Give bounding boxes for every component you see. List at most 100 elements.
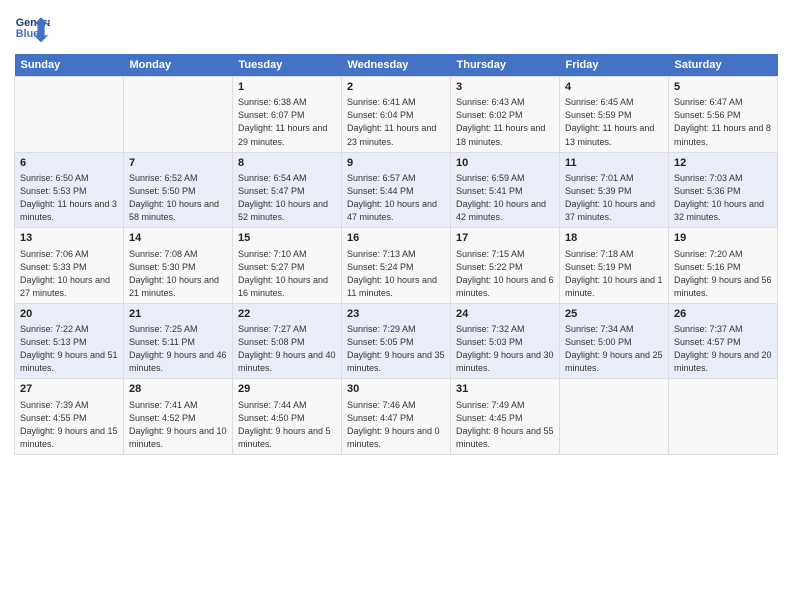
day-info: Sunrise: 7:44 AM Sunset: 4:50 PM Dayligh… xyxy=(238,399,336,451)
calendar-cell: 7Sunrise: 6:52 AM Sunset: 5:50 PM Daylig… xyxy=(124,152,233,228)
calendar-cell: 3Sunrise: 6:43 AM Sunset: 6:02 PM Daylig… xyxy=(451,77,560,153)
day-number: 14 xyxy=(129,231,227,246)
calendar-cell: 12Sunrise: 7:03 AM Sunset: 5:36 PM Dayli… xyxy=(669,152,778,228)
day-info: Sunrise: 7:41 AM Sunset: 4:52 PM Dayligh… xyxy=(129,399,227,451)
day-number: 6 xyxy=(20,156,118,171)
day-info: Sunrise: 7:25 AM Sunset: 5:11 PM Dayligh… xyxy=(129,323,227,375)
day-number: 4 xyxy=(565,80,663,95)
day-info: Sunrise: 7:34 AM Sunset: 5:00 PM Dayligh… xyxy=(565,323,663,375)
calendar-cell: 18Sunrise: 7:18 AM Sunset: 5:19 PM Dayli… xyxy=(560,228,669,304)
day-number: 30 xyxy=(347,382,445,397)
day-number: 25 xyxy=(565,307,663,322)
calendar-week-3: 13Sunrise: 7:06 AM Sunset: 5:33 PM Dayli… xyxy=(15,228,778,304)
calendar-cell: 30 Sunrise: 7:46 AM Sunset: 4:47 PM Dayli… xyxy=(342,379,451,455)
day-info: Sunrise: 7:27 AM Sunset: 5:08 PM Dayligh… xyxy=(238,323,336,375)
day-number: 3 xyxy=(456,80,554,95)
day-info: Sunrise: 6:38 AM Sunset: 6:07 PM Dayligh… xyxy=(238,96,336,148)
calendar-cell: 26Sunrise: 7:37 AM Sunset: 4:57 PM Dayli… xyxy=(669,303,778,379)
day-number: 17 xyxy=(456,231,554,246)
calendar-cell: 6Sunrise: 6:50 AM Sunset: 5:53 PM Daylig… xyxy=(15,152,124,228)
day-number: 2 xyxy=(347,80,445,95)
day-number: 22 xyxy=(238,307,336,322)
day-info: Sunrise: 6:52 AM Sunset: 5:50 PM Dayligh… xyxy=(129,172,227,224)
day-header-tuesday: Tuesday xyxy=(233,54,342,77)
header: General Blue xyxy=(14,10,778,46)
day-number: 7 xyxy=(129,156,227,171)
day-info: Sunrise: 6:47 AM Sunset: 5:56 PM Dayligh… xyxy=(674,96,772,148)
day-info: Sunrise: 6:43 AM Sunset: 6:02 PM Dayligh… xyxy=(456,96,554,148)
calendar-cell: 25Sunrise: 7:34 AM Sunset: 5:00 PM Dayli… xyxy=(560,303,669,379)
day-info: Sunrise: 7:08 AM Sunset: 5:30 PM Dayligh… xyxy=(129,248,227,300)
day-number: 28 xyxy=(129,382,227,397)
day-header-wednesday: Wednesday xyxy=(342,54,451,77)
day-info: Sunrise: 7:13 AM Sunset: 5:24 PM Dayligh… xyxy=(347,248,445,300)
calendar-cell xyxy=(669,379,778,455)
calendar-cell: 9Sunrise: 6:57 AM Sunset: 5:44 PM Daylig… xyxy=(342,152,451,228)
day-number: 31 xyxy=(456,382,554,397)
day-number: 9 xyxy=(347,156,445,171)
day-header-saturday: Saturday xyxy=(669,54,778,77)
calendar-cell: 23Sunrise: 7:29 AM Sunset: 5:05 PM Dayli… xyxy=(342,303,451,379)
day-header-thursday: Thursday xyxy=(451,54,560,77)
logo: General Blue xyxy=(14,10,50,46)
day-info: Sunrise: 7:10 AM Sunset: 5:27 PM Dayligh… xyxy=(238,248,336,300)
calendar-cell: 10Sunrise: 6:59 AM Sunset: 5:41 PM Dayli… xyxy=(451,152,560,228)
day-number: 11 xyxy=(565,156,663,171)
day-info: Sunrise: 6:59 AM Sunset: 5:41 PM Dayligh… xyxy=(456,172,554,224)
page-container: General Blue SundayMondayTuesdayWednesda… xyxy=(0,0,792,461)
day-number: 1 xyxy=(238,80,336,95)
calendar-cell xyxy=(15,77,124,153)
calendar-week-1: 1Sunrise: 6:38 AM Sunset: 6:07 PM Daylig… xyxy=(15,77,778,153)
day-header-friday: Friday xyxy=(560,54,669,77)
day-number: 24 xyxy=(456,307,554,322)
svg-text:Blue: Blue xyxy=(16,28,39,40)
day-number: 16 xyxy=(347,231,445,246)
day-number: 23 xyxy=(347,307,445,322)
calendar-cell xyxy=(560,379,669,455)
calendar-cell: 8Sunrise: 6:54 AM Sunset: 5:47 PM Daylig… xyxy=(233,152,342,228)
day-number: 20 xyxy=(20,307,118,322)
day-number: 10 xyxy=(456,156,554,171)
day-number: 18 xyxy=(565,231,663,246)
calendar-week-2: 6Sunrise: 6:50 AM Sunset: 5:53 PM Daylig… xyxy=(15,152,778,228)
day-info: Sunrise: 7:06 AM Sunset: 5:33 PM Dayligh… xyxy=(20,248,118,300)
day-info: Sunrise: 6:54 AM Sunset: 5:47 PM Dayligh… xyxy=(238,172,336,224)
logo-icon: General Blue xyxy=(14,10,50,46)
calendar-cell: 2Sunrise: 6:41 AM Sunset: 6:04 PM Daylig… xyxy=(342,77,451,153)
day-number: 12 xyxy=(674,156,772,171)
day-number: 8 xyxy=(238,156,336,171)
day-info: Sunrise: 7:01 AM Sunset: 5:39 PM Dayligh… xyxy=(565,172,663,224)
calendar-cell: 31Sunrise: 7:49 AM Sunset: 4:45 PM Dayli… xyxy=(451,379,560,455)
calendar-cell: 19Sunrise: 7:20 AM Sunset: 5:16 PM Dayli… xyxy=(669,228,778,304)
day-number: 19 xyxy=(674,231,772,246)
day-number: 21 xyxy=(129,307,227,322)
calendar-cell: 4Sunrise: 6:45 AM Sunset: 5:59 PM Daylig… xyxy=(560,77,669,153)
calendar-cell: 21Sunrise: 7:25 AM Sunset: 5:11 PM Dayli… xyxy=(124,303,233,379)
calendar-cell xyxy=(124,77,233,153)
calendar-cell: 16 Sunrise: 7:13 AM Sunset: 5:24 PM Dayli… xyxy=(342,228,451,304)
day-info: Sunrise: 7:32 AM Sunset: 5:03 PM Dayligh… xyxy=(456,323,554,375)
day-info: Sunrise: 7:37 AM Sunset: 4:57 PM Dayligh… xyxy=(674,323,772,375)
day-number: 26 xyxy=(674,307,772,322)
calendar-week-4: 20Sunrise: 7:22 AM Sunset: 5:13 PM Dayli… xyxy=(15,303,778,379)
header-row: SundayMondayTuesdayWednesdayThursdayFrid… xyxy=(15,54,778,77)
day-info: Sunrise: 7:39 AM Sunset: 4:55 PM Dayligh… xyxy=(20,399,118,451)
calendar-cell: 17Sunrise: 7:15 AM Sunset: 5:22 PM Dayli… xyxy=(451,228,560,304)
calendar-cell: 1Sunrise: 6:38 AM Sunset: 6:07 PM Daylig… xyxy=(233,77,342,153)
calendar-cell: 5Sunrise: 6:47 AM Sunset: 5:56 PM Daylig… xyxy=(669,77,778,153)
day-info: Sunrise: 6:57 AM Sunset: 5:44 PM Dayligh… xyxy=(347,172,445,224)
calendar-cell: 22Sunrise: 7:27 AM Sunset: 5:08 PM Dayli… xyxy=(233,303,342,379)
day-number: 27 xyxy=(20,382,118,397)
calendar-week-5: 27 Sunrise: 7:39 AM Sunset: 4:55 PM Dayli… xyxy=(15,379,778,455)
day-number: 29 xyxy=(238,382,336,397)
calendar-cell: 27 Sunrise: 7:39 AM Sunset: 4:55 PM Dayli… xyxy=(15,379,124,455)
calendar-cell: 14 Sunrise: 7:08 AM Sunset: 5:30 PM Dayli… xyxy=(124,228,233,304)
calendar-cell: 13Sunrise: 7:06 AM Sunset: 5:33 PM Dayli… xyxy=(15,228,124,304)
day-info: Sunrise: 7:46 AM Sunset: 4:47 PM Dayligh… xyxy=(347,399,445,451)
calendar-cell: 15Sunrise: 7:10 AM Sunset: 5:27 PM Dayli… xyxy=(233,228,342,304)
calendar-cell: 28 Sunrise: 7:41 AM Sunset: 4:52 PM Dayli… xyxy=(124,379,233,455)
calendar-table: SundayMondayTuesdayWednesdayThursdayFrid… xyxy=(14,54,778,455)
calendar-cell: 29 Sunrise: 7:44 AM Sunset: 4:50 PM Dayli… xyxy=(233,379,342,455)
calendar-cell: 24Sunrise: 7:32 AM Sunset: 5:03 PM Dayli… xyxy=(451,303,560,379)
day-header-monday: Monday xyxy=(124,54,233,77)
